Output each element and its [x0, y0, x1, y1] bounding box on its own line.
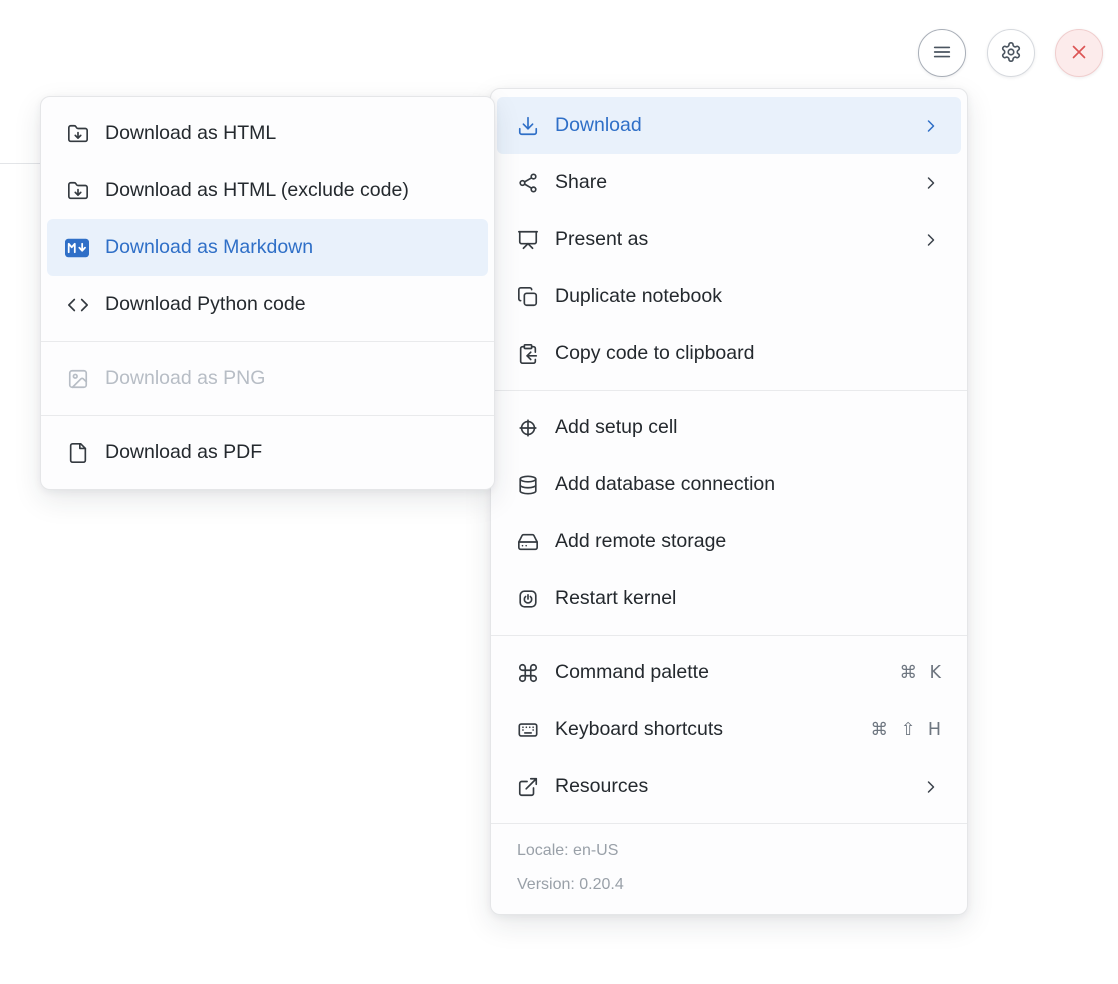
menu-footer: Locale: en-US Version: 0.20.4 [491, 823, 967, 906]
menu-item-add-setup-cell[interactable]: Add setup cell [497, 399, 961, 456]
command-icon [517, 662, 539, 684]
chevron-right-icon [921, 116, 941, 136]
menu-divider [491, 635, 967, 636]
menu-item-label: Restart kernel [555, 587, 941, 610]
presentation-icon [517, 229, 539, 251]
menu-item-command-palette[interactable]: Command palette ⌘ K [497, 644, 961, 701]
menu-item-label: Resources [555, 775, 905, 798]
gear-icon [1000, 41, 1022, 66]
menu-item-label: Copy code to clipboard [555, 342, 941, 365]
folder-down-icon [67, 123, 89, 145]
download-icon [517, 115, 539, 137]
code-icon [67, 294, 89, 316]
chevron-right-icon [921, 777, 941, 797]
menu-item-label: Command palette [555, 661, 883, 684]
menu-item-label: Download [555, 114, 905, 137]
file-icon [67, 442, 89, 464]
menu-item-label: Duplicate notebook [555, 285, 941, 308]
menu-item-download-as-html[interactable]: Download as HTML [47, 105, 488, 162]
settings-button[interactable] [987, 29, 1035, 77]
menu-item-download-python-code[interactable]: Download Python code [47, 276, 488, 333]
folder-down-icon [67, 180, 89, 202]
menu-item-download-as-pdf[interactable]: Download as PDF [47, 424, 488, 481]
keyboard-icon [517, 719, 539, 741]
clipboard-copy-icon [517, 343, 539, 365]
menu-item-share[interactable]: Share [497, 154, 961, 211]
menu-item-label: Download as PNG [105, 367, 468, 390]
external-link-icon [517, 776, 539, 798]
hard-drive-icon [517, 531, 539, 553]
menu-item-present-as[interactable]: Present as [497, 211, 961, 268]
version-text: Version: 0.20.4 [517, 868, 941, 902]
menu-item-download[interactable]: Download [497, 97, 961, 154]
power-square-icon [517, 588, 539, 610]
menu-divider [41, 341, 494, 342]
menu-item-label: Download as PDF [105, 441, 468, 464]
menu-item-restart-kernel[interactable]: Restart kernel [497, 570, 961, 627]
menu-item-resources[interactable]: Resources [497, 758, 961, 815]
image-icon [67, 368, 89, 390]
menu-item-label: Share [555, 171, 905, 194]
menu-item-download-as-markdown[interactable]: Download as Markdown [47, 219, 488, 276]
menu-item-download-as-html-exclude-code[interactable]: Download as HTML (exclude code) [47, 162, 488, 219]
menu-item-label: Download Python code [105, 293, 468, 316]
hamburger-menu-icon [931, 41, 953, 66]
menu-item-label: Add setup cell [555, 416, 941, 439]
menu-item-copy-code-to-clipboard[interactable]: Copy code to clipboard [497, 325, 961, 382]
menu-sections: Download as HTML Download as HTML (exclud… [41, 105, 494, 481]
chevron-right-icon [921, 173, 941, 193]
menu-item-label: Present as [555, 228, 905, 251]
shortcut-hint: ⌘ K [899, 663, 941, 683]
close-button[interactable] [1055, 29, 1103, 77]
locale-text: Locale: en-US [517, 834, 941, 868]
shortcut-hint: ⌘ ⇧ H [871, 720, 941, 740]
menu-item-label: Download as Markdown [105, 236, 468, 259]
menu-divider [41, 415, 494, 416]
duplicate-icon [517, 286, 539, 308]
menu-item-label: Keyboard shortcuts [555, 718, 855, 741]
menu-divider [491, 390, 967, 391]
download-submenu: Download as HTML Download as HTML (exclud… [40, 96, 495, 490]
database-icon [517, 474, 539, 496]
plus-circle-icon [517, 417, 539, 439]
menu-item-add-database-connection[interactable]: Add database connection [497, 456, 961, 513]
notebook-menu: Download Share Present as Duplicate noteboo… [490, 88, 968, 915]
markdown-icon [67, 237, 89, 259]
menu-item-keyboard-shortcuts[interactable]: Keyboard shortcuts ⌘ ⇧ H [497, 701, 961, 758]
menu-item-label: Download as HTML (exclude code) [105, 179, 468, 202]
page-edge-divider [0, 163, 40, 164]
notebook-actions-button[interactable] [918, 29, 966, 77]
menu-item-add-remote-storage[interactable]: Add remote storage [497, 513, 961, 570]
close-icon [1068, 41, 1090, 66]
share-icon [517, 172, 539, 194]
menu-item-download-as-png: Download as PNG [47, 350, 488, 407]
chevron-right-icon [921, 230, 941, 250]
menu-item-label: Add remote storage [555, 530, 941, 553]
menu-item-duplicate-notebook[interactable]: Duplicate notebook [497, 268, 961, 325]
menu-item-label: Add database connection [555, 473, 941, 496]
menu-sections: Download Share Present as Duplicate noteboo… [491, 97, 967, 815]
menu-item-label: Download as HTML [105, 122, 468, 145]
